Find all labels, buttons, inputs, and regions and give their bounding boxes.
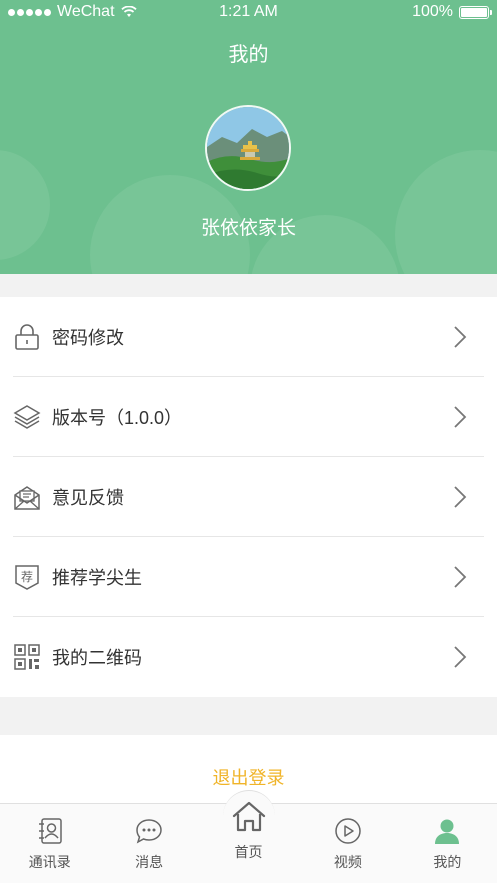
menu-item-label: 我的二维码 (52, 648, 142, 668)
settings-menu: 密码修改 版本号（1.0.0） 意见反馈 荐 推荐学尖生 我的二维码 (0, 297, 497, 697)
person-icon (432, 816, 462, 846)
lock-icon (13, 323, 41, 351)
layers-icon (13, 403, 41, 431)
qrcode-icon (13, 643, 41, 671)
chevron-right-icon (454, 566, 467, 588)
chevron-right-icon (454, 646, 467, 668)
home-icon (222, 790, 275, 842)
chevron-right-icon (454, 326, 467, 348)
tab-video[interactable]: 视频 (298, 804, 397, 883)
tab-label: 首页 (234, 844, 263, 860)
tab-messages[interactable]: 消息 (99, 804, 198, 883)
battery-percent: 100% (412, 3, 453, 20)
tab-contacts[interactable]: 通讯录 (0, 804, 99, 883)
menu-item-version[interactable]: 版本号（1.0.0） (0, 377, 497, 457)
avatar-landscape-image (207, 107, 289, 189)
menu-item-label: 推荐学尖生 (52, 568, 142, 588)
menu-item-qrcode[interactable]: 我的二维码 (0, 617, 497, 697)
decor-bubble (395, 150, 497, 274)
battery-icon (459, 5, 492, 19)
logout-label: 退出登录 (212, 768, 285, 788)
menu-item-change-password[interactable]: 密码修改 (0, 297, 497, 377)
tab-home[interactable]: 首页 (199, 790, 298, 883)
tab-mine[interactable]: 我的 (398, 804, 497, 883)
avatar[interactable] (205, 105, 291, 191)
svg-text:荐: 荐 (21, 570, 33, 584)
tab-label: 通讯录 (28, 854, 71, 870)
decor-bubble (0, 150, 50, 260)
username: 张依依家长 (200, 218, 296, 239)
page-title: 我的 (228, 44, 269, 66)
play-circle-icon (333, 816, 363, 846)
menu-item-feedback[interactable]: 意见反馈 (0, 457, 497, 537)
status-bar: WeChat 1:21 AM 100% (0, 0, 497, 26)
chevron-right-icon (454, 486, 467, 508)
menu-item-label: 密码修改 (52, 328, 124, 348)
bottom-tab-bar: 通讯录 消息 首页 视频 我的 (0, 790, 497, 883)
menu-item-label: 版本号（1.0.0） (52, 408, 183, 428)
tab-label: 我的 (433, 854, 462, 870)
recommend-badge-icon: 荐 (13, 563, 41, 591)
menu-item-recommend[interactable]: 荐 推荐学尖生 (0, 537, 497, 617)
chevron-right-icon (454, 406, 467, 428)
feedback-mail-icon (13, 483, 41, 511)
chat-bubble-icon (134, 816, 164, 846)
contacts-icon (35, 816, 65, 846)
profile-header: WeChat 1:21 AM 100% 我的 张依依家长 (0, 0, 497, 274)
tab-label: 视频 (333, 854, 362, 870)
menu-item-label: 意见反馈 (52, 488, 124, 508)
tab-label: 消息 (135, 854, 164, 870)
